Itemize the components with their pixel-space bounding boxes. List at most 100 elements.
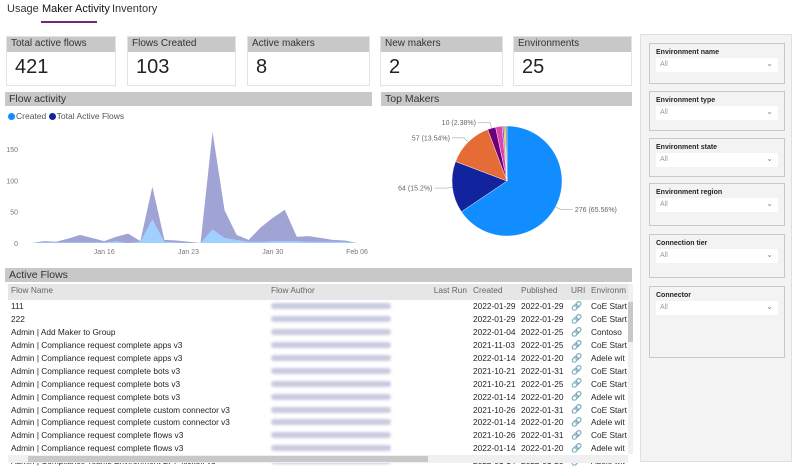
environment: CoE Start bbox=[591, 404, 627, 415]
uri-link-icon[interactable]: 🔗 bbox=[568, 313, 588, 326]
uri-link-icon[interactable]: 🔗 bbox=[568, 326, 588, 339]
column-header[interactable]: Last Run bbox=[428, 284, 470, 300]
created-date: 2021-10-26 bbox=[473, 404, 516, 415]
environment: CoE Start bbox=[591, 378, 627, 389]
flow-name: 222 bbox=[11, 314, 25, 325]
tab-maker-activity[interactable]: Maker Activity bbox=[42, 3, 110, 15]
filter-dropdown[interactable]: All ⌄ bbox=[656, 301, 778, 315]
kpi-label: Flows Created bbox=[128, 37, 235, 52]
published-date: 2022-01-31 bbox=[521, 430, 564, 441]
tab-usage[interactable]: Usage bbox=[7, 3, 39, 15]
tab-inventory[interactable]: Inventory bbox=[112, 3, 157, 15]
filter-card: Connection tier All ⌄ bbox=[649, 234, 785, 278]
published-date: 2022-01-25 bbox=[521, 340, 564, 351]
kpi-value: 8 bbox=[256, 56, 268, 78]
table-row[interactable]: 111 2022-01-29 2022-01-29 🔗 CoE Start bbox=[8, 300, 628, 313]
last-run bbox=[428, 339, 470, 352]
uri-link-icon[interactable]: 🔗 bbox=[568, 416, 588, 429]
uri-link-icon[interactable]: 🔗 bbox=[568, 300, 588, 313]
environment: CoE Start bbox=[591, 314, 627, 325]
table-row[interactable]: Admin | Compliance request complete flow… bbox=[8, 442, 628, 455]
table-row[interactable]: Admin | Compliance request complete bots… bbox=[8, 377, 628, 390]
uri-link-icon[interactable]: 🔗 bbox=[568, 429, 588, 442]
created-date: 2022-01-29 bbox=[473, 301, 516, 312]
uri-link-icon[interactable]: 🔗 bbox=[568, 352, 588, 365]
filter-card: Environment name All ⌄ bbox=[649, 43, 785, 84]
uri-link-icon[interactable]: 🔗 bbox=[568, 442, 588, 455]
column-header[interactable]: Flow Name bbox=[8, 284, 268, 300]
environment: Adele wit bbox=[591, 353, 625, 363]
environment: Adele wit bbox=[591, 417, 625, 428]
created-date: 2021-10-21 bbox=[473, 378, 516, 389]
chevron-down-icon: ⌄ bbox=[766, 302, 773, 311]
uri-link-icon[interactable]: 🔗 bbox=[568, 364, 588, 377]
kpi-card: Flows Created 103 bbox=[127, 36, 236, 86]
published-date: 2022-01-20 bbox=[521, 391, 564, 402]
table-row[interactable]: Admin | Compliance request complete bots… bbox=[8, 364, 628, 377]
top-makers-pie: 276 (65.56%) 64 (15.2%) 57 (13.54%) 10 (2.3… bbox=[398, 120, 617, 237]
table-row[interactable]: Admin | Compliance request complete apps… bbox=[8, 352, 628, 365]
flow-name: Admin | Compliance request complete flow… bbox=[11, 430, 184, 441]
kpi-label: New makers bbox=[381, 37, 502, 52]
flow-name: Admin | Compliance request complete bots… bbox=[11, 378, 181, 389]
table-row[interactable]: 222 2022-01-29 2022-01-29 🔗 CoE Start bbox=[8, 313, 628, 326]
table-horizontal-scrollbar[interactable] bbox=[8, 455, 628, 463]
flow-name: Admin | Compliance request complete apps… bbox=[11, 340, 183, 351]
pie-data-label: 276 (65.56%) bbox=[575, 207, 617, 214]
filter-card: Connector All ⌄ bbox=[649, 286, 785, 358]
filter-panel: Environment name All ⌄ Environment type All ⌄… bbox=[640, 34, 792, 462]
flow-author-redacted bbox=[268, 300, 428, 313]
column-header[interactable]: Flow Author bbox=[268, 284, 428, 300]
pie-leader-line bbox=[477, 122, 492, 129]
created-date: 2022-01-14 bbox=[473, 353, 516, 363]
filter-card: Environment type All ⌄ bbox=[649, 91, 785, 131]
chevron-down-icon: ⌄ bbox=[766, 154, 773, 163]
table-row[interactable]: Admin | Compliance request complete flow… bbox=[8, 429, 628, 442]
uri-link-icon[interactable]: 🔗 bbox=[568, 403, 588, 416]
flow-name: Admin | Compliance request complete cust… bbox=[11, 404, 230, 415]
flow-author-redacted bbox=[268, 429, 428, 442]
kpi-card: Active makers 8 bbox=[247, 36, 370, 86]
flow-name: Admin | Add Maker to Group bbox=[11, 327, 116, 338]
table-row[interactable]: Admin | Compliance request complete apps… bbox=[8, 339, 628, 352]
uri-link-icon[interactable]: 🔗 bbox=[568, 390, 588, 403]
created-date: 2021-10-21 bbox=[473, 365, 516, 376]
column-header[interactable]: URI bbox=[568, 284, 588, 300]
flow-author-redacted bbox=[268, 377, 428, 390]
table-row[interactable]: Admin | Compliance request complete cust… bbox=[8, 403, 628, 416]
flow-author-redacted bbox=[268, 416, 428, 429]
pie-leader-line bbox=[434, 187, 453, 189]
uri-link-icon[interactable]: 🔗 bbox=[568, 377, 588, 390]
area-series-total-active-flows[interactable] bbox=[32, 132, 357, 243]
column-header[interactable]: Published bbox=[518, 284, 568, 300]
uri-link-icon[interactable]: 🔗 bbox=[568, 339, 588, 352]
environment: CoE Start bbox=[591, 365, 627, 376]
filter-dropdown[interactable]: All ⌄ bbox=[656, 153, 778, 167]
last-run bbox=[428, 429, 470, 442]
kpi-label: Active makers bbox=[248, 37, 369, 52]
environment: CoE Start bbox=[591, 301, 627, 312]
flow-author-redacted bbox=[268, 339, 428, 352]
table-vertical-scrollbar[interactable] bbox=[628, 284, 633, 454]
pie-data-label: 64 (15.2%) bbox=[398, 186, 432, 193]
table-row[interactable]: Admin | Compliance request complete bots… bbox=[8, 390, 628, 403]
published-date: 2022-01-20 bbox=[521, 353, 564, 363]
flow-author-redacted bbox=[268, 403, 428, 416]
flow-activity-chart: 0 50 100 150 Jan 16 Jan 23 Jan 30 Feb 06 bbox=[6, 132, 368, 256]
filter-dropdown[interactable]: All ⌄ bbox=[656, 106, 778, 120]
kpi-label: Total active flows bbox=[7, 37, 115, 52]
column-header[interactable]: Created bbox=[470, 284, 518, 300]
table-row[interactable]: Admin | Add Maker to Group 2022-01-04 2022… bbox=[8, 326, 628, 339]
filter-label: Environment region bbox=[656, 189, 723, 196]
filter-dropdown[interactable]: All ⌄ bbox=[656, 249, 778, 263]
published-date: 2022-01-31 bbox=[521, 404, 564, 415]
table-row[interactable]: Admin | Compliance request complete cust… bbox=[8, 416, 628, 429]
published-date: 2022-01-25 bbox=[521, 327, 564, 338]
created-date: 2022-01-14 bbox=[473, 391, 516, 402]
filter-dropdown[interactable]: All ⌄ bbox=[656, 198, 778, 212]
column-header[interactable]: Environm bbox=[588, 284, 628, 300]
created-date: 2021-11-03 bbox=[473, 340, 515, 351]
last-run bbox=[428, 377, 470, 390]
kpi-value: 103 bbox=[136, 56, 170, 78]
filter-dropdown[interactable]: All ⌄ bbox=[656, 58, 778, 72]
